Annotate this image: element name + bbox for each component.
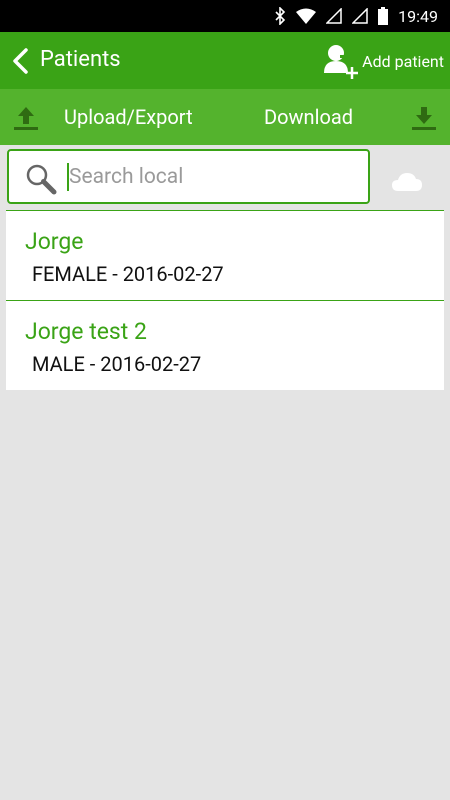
- patient-info: FEMALE - 2016-02-27: [32, 262, 224, 286]
- back-arrow-icon: [13, 48, 28, 74]
- signal-icon: [352, 8, 368, 24]
- back-button[interactable]: [8, 46, 34, 76]
- download-button[interactable]: Download: [264, 104, 353, 130]
- add-patient-button[interactable]: Add patient: [324, 40, 444, 82]
- search-box[interactable]: [7, 149, 370, 204]
- cloud-icon[interactable]: [392, 172, 422, 192]
- status-time: 19:49: [398, 6, 438, 26]
- wifi-icon: [296, 8, 317, 24]
- search-input[interactable]: [69, 163, 359, 191]
- patient-info: MALE - 2016-02-27: [32, 352, 202, 376]
- patient-name: Jorge: [25, 228, 84, 255]
- page-title: Patients: [40, 47, 121, 72]
- list-item[interactable]: Jorge FEMALE - 2016-02-27: [6, 211, 444, 301]
- patient-list: Jorge FEMALE - 2016-02-27 Jorge test 2 M…: [6, 211, 444, 390]
- upload-export-button[interactable]: Upload/Export: [64, 104, 193, 130]
- status-bar: 19:49: [0, 0, 450, 32]
- add-patient-label: Add patient: [362, 51, 444, 71]
- download-icon[interactable]: [410, 105, 438, 131]
- app-bar: Patients Add patient: [0, 32, 450, 89]
- list-item[interactable]: Jorge test 2 MALE - 2016-02-27: [6, 301, 444, 390]
- add-user-icon: [324, 45, 359, 79]
- patient-name: Jorge test 2: [25, 318, 147, 345]
- signal-icon: [326, 8, 342, 24]
- sync-bar: Upload/Export Download: [0, 89, 450, 145]
- bluetooth-icon: [274, 7, 286, 25]
- battery-icon: [378, 7, 389, 25]
- search-icon: [26, 164, 57, 195]
- upload-icon[interactable]: [12, 105, 40, 131]
